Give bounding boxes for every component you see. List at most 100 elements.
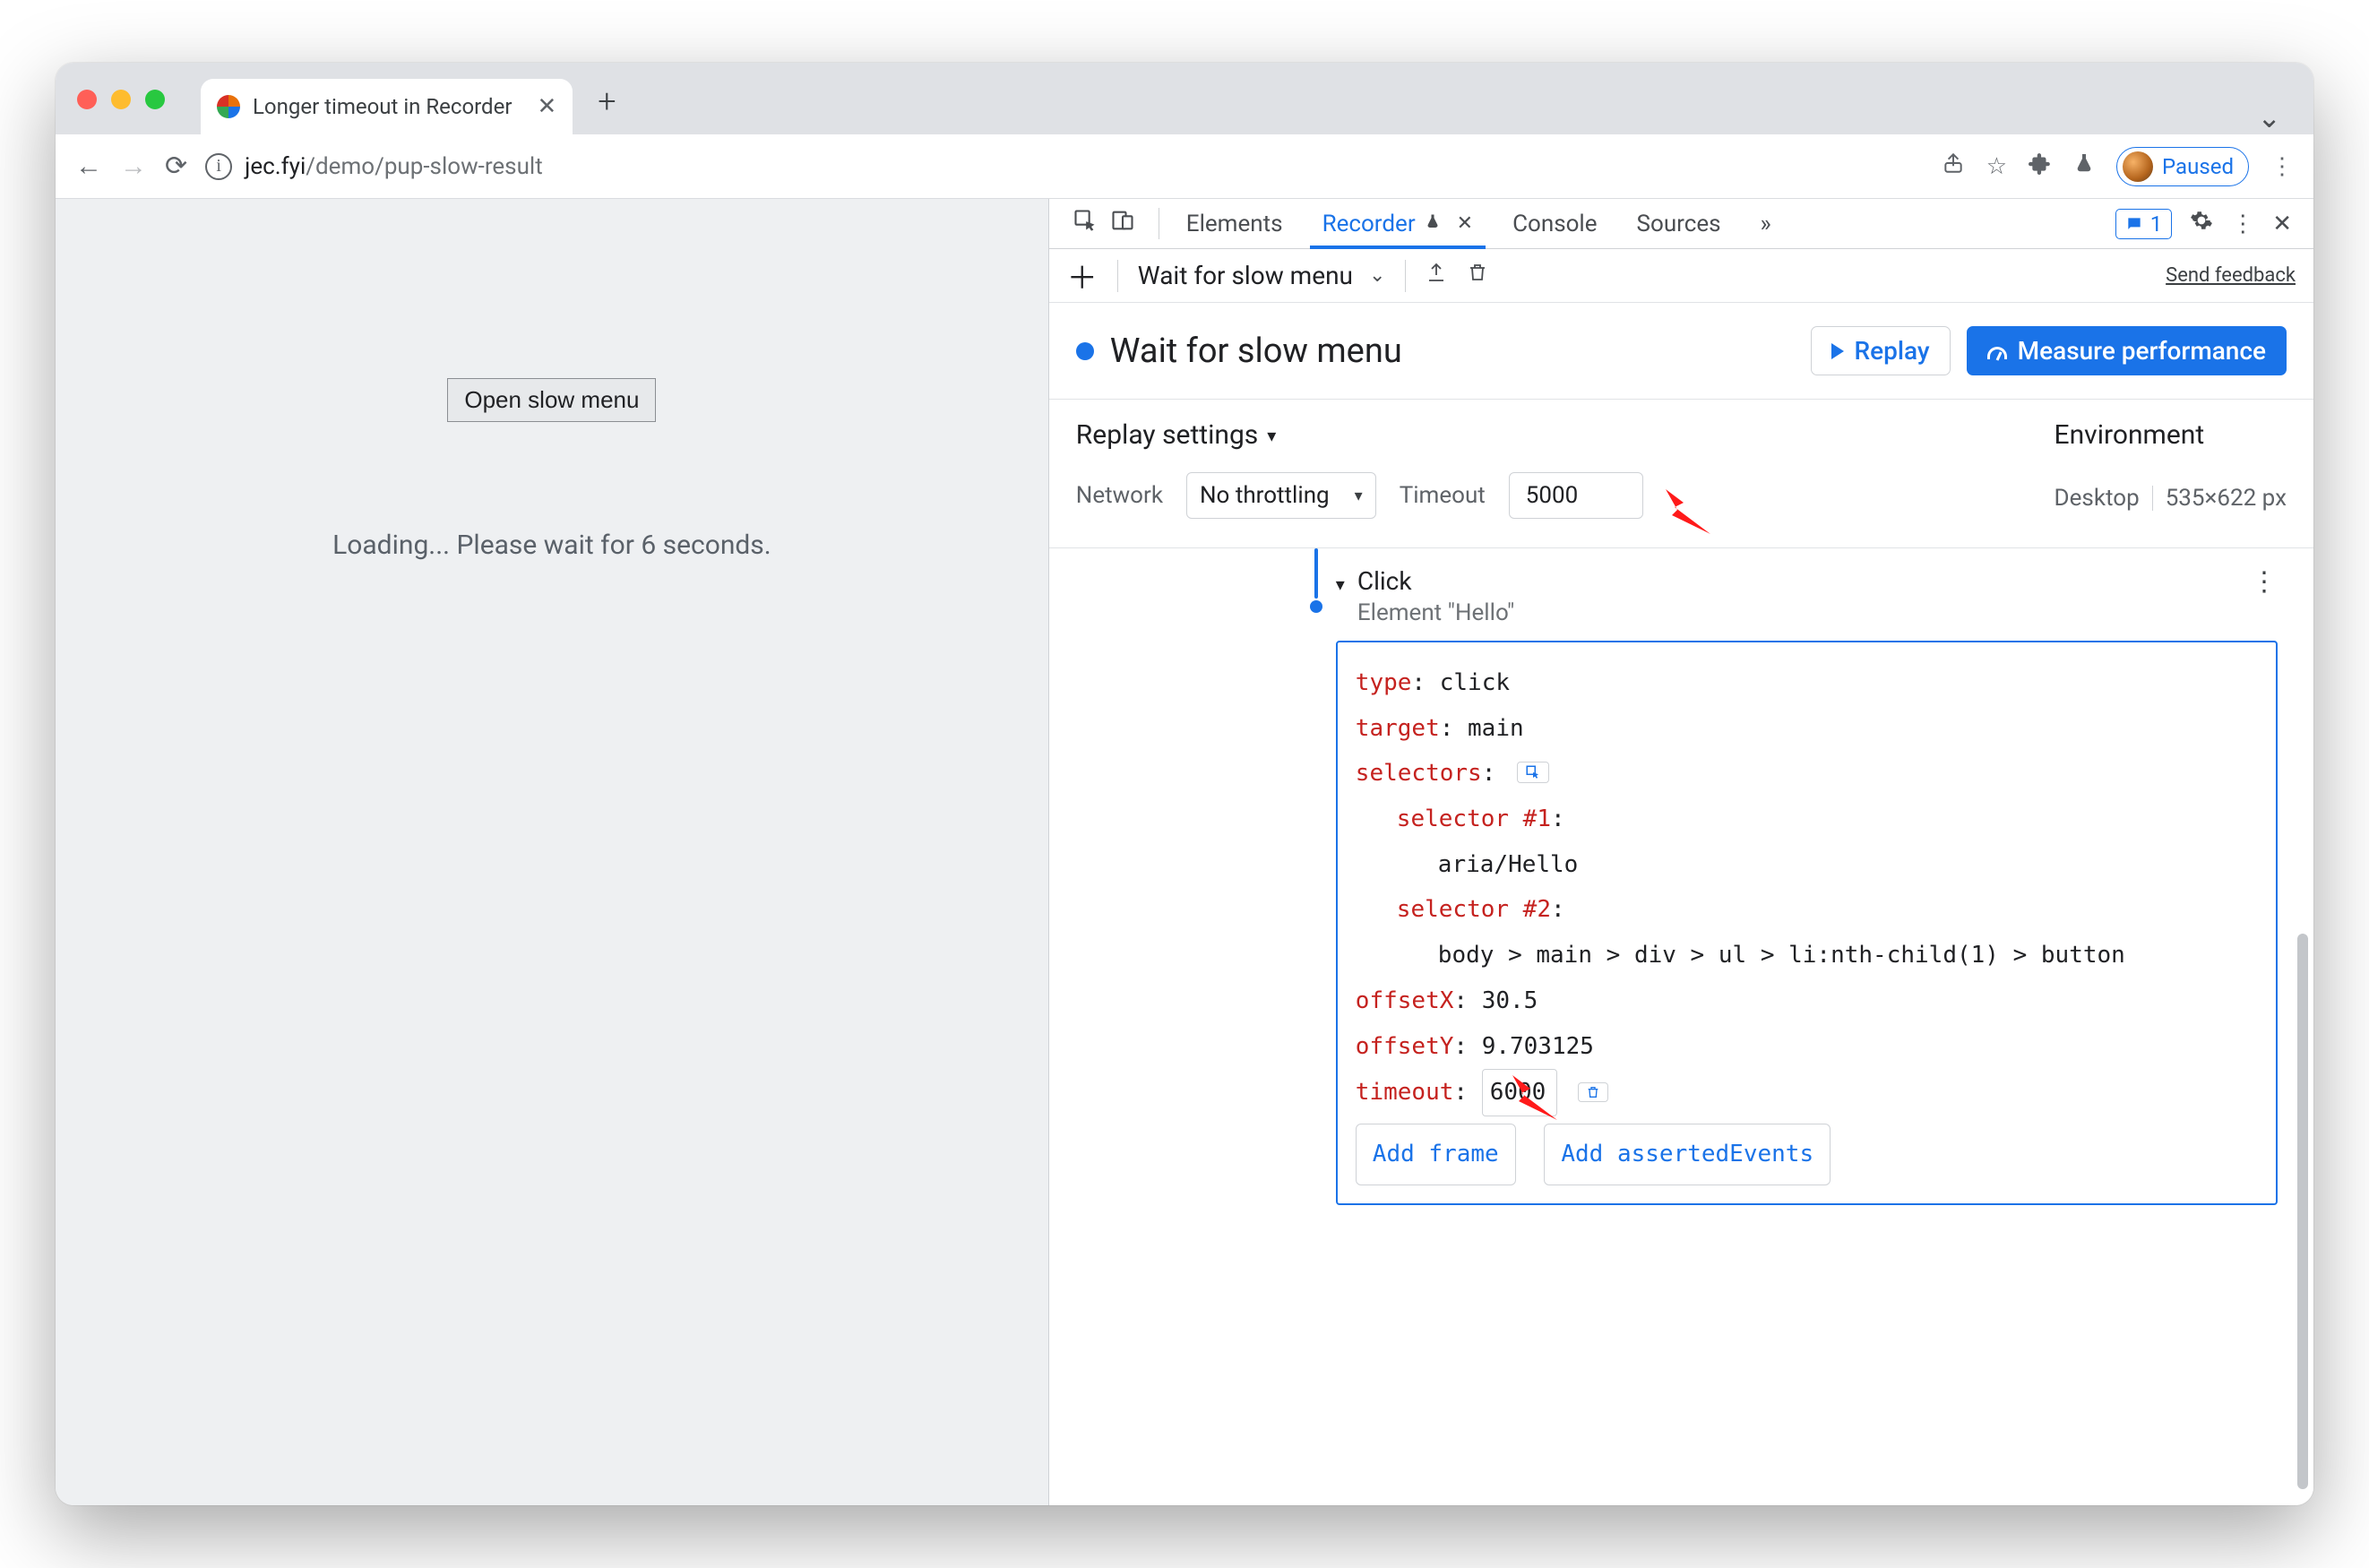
step-click: ▾ Click Element "Hello" ⋮ type: click ta… xyxy=(1336,566,2278,1205)
content-area: Open slow menu Loading... Please wait fo… xyxy=(56,199,2313,1505)
replay-settings-toggle[interactable]: Replay settings ▾ xyxy=(1076,419,1720,451)
experiments-flask-icon[interactable] xyxy=(2073,152,2095,180)
recorder-toolbar: ＋ Wait for slow menu ⌄ Send feedback xyxy=(1049,249,2313,303)
open-slow-menu-button[interactable]: Open slow menu xyxy=(447,378,656,422)
network-throttling-select[interactable]: No throttling ▾ xyxy=(1186,472,1376,519)
prop-timeout-label: timeout xyxy=(1356,1079,1454,1106)
steps-area: ▾ Click Element "Hello" ⋮ type: click ta… xyxy=(1049,548,2313,1505)
recording-title: Wait for slow menu xyxy=(1110,332,1402,371)
prop-offsety-value: 9.703125 xyxy=(1482,1033,1594,1060)
profile-chip[interactable]: Paused xyxy=(2116,147,2249,186)
speedometer-icon xyxy=(1987,347,2007,359)
url-host: jec.fyi xyxy=(245,153,306,180)
timeout-label: Timeout xyxy=(1400,482,1486,509)
maximize-window-button[interactable] xyxy=(145,90,165,109)
prop-target-label: target xyxy=(1356,715,1440,742)
toolbar-right: ☆ Paused ⋮ xyxy=(1942,147,2294,186)
settings-gear-icon[interactable] xyxy=(2190,209,2213,238)
close-tab-recorder-button[interactable]: ✕ xyxy=(1457,212,1473,235)
browser-window: Longer timeout in Recorder ✕ + ⌄ ← → ⟳ i… xyxy=(56,63,2313,1505)
close-window-button[interactable] xyxy=(77,90,97,109)
prop-type-value: click xyxy=(1440,669,1510,696)
address-bar[interactable]: i jec.fyi/demo/pup-slow-result xyxy=(205,153,1924,180)
tab-title: Longer timeout in Recorder xyxy=(253,94,512,119)
step-details: type: click target: main selectors: sele… xyxy=(1336,641,2278,1205)
tab-elements[interactable]: Elements xyxy=(1168,199,1301,248)
devtools-menu-button[interactable]: ⋮ xyxy=(2231,211,2254,237)
delete-recording-icon[interactable] xyxy=(1467,262,1488,289)
caret-down-icon: ▾ xyxy=(1267,425,1276,446)
devtools-close-button[interactable]: ✕ xyxy=(2272,211,2292,237)
window-chevron-icon[interactable]: ⌄ xyxy=(2252,100,2287,134)
new-tab-button[interactable]: + xyxy=(581,82,628,134)
replay-button[interactable]: Replay xyxy=(1811,326,1951,375)
tab-sources[interactable]: Sources xyxy=(1619,199,1739,248)
timeout-input[interactable]: 5000 xyxy=(1509,472,1643,519)
delete-timeout-button[interactable] xyxy=(1578,1082,1608,1102)
issues-badge[interactable]: 1 xyxy=(2115,209,2173,239)
tab-recorder[interactable]: Recorder ✕ xyxy=(1305,199,1492,248)
tabs-overflow-button[interactable]: » xyxy=(1743,199,1789,248)
caret-down-icon: ▾ xyxy=(1336,573,1345,595)
prop-offsetx-value: 30.5 xyxy=(1482,987,1538,1014)
share-icon[interactable] xyxy=(1942,151,1965,181)
add-asserted-events-button[interactable]: Add assertedEvents xyxy=(1544,1124,1831,1185)
step-timeout-input[interactable]: 6000 xyxy=(1482,1069,1557,1116)
tab-console[interactable]: Console xyxy=(1495,199,1615,248)
timeline-dot-icon xyxy=(1310,600,1322,613)
reload-button[interactable]: ⟳ xyxy=(165,151,187,182)
extensions-icon[interactable] xyxy=(2029,151,2052,181)
selector-1-value: aria/Hello xyxy=(1356,842,2258,888)
selector-2-value: body > main > div > ul > li:nth-child(1)… xyxy=(1356,933,2258,978)
chevron-down-icon: ⌄ xyxy=(1369,264,1385,287)
browser-tab[interactable]: Longer timeout in Recorder ✕ xyxy=(201,79,573,134)
devtools-panel: Elements Recorder ✕ Console Sources » 1 xyxy=(1049,199,2313,1505)
browser-menu-button[interactable]: ⋮ xyxy=(2270,153,2294,180)
window-controls xyxy=(77,90,192,134)
bookmark-star-icon[interactable]: ☆ xyxy=(1986,153,2007,180)
step-title: Click xyxy=(1357,566,1515,596)
prop-offsety-label: offsetY xyxy=(1356,1033,1454,1060)
experiment-flask-icon xyxy=(1425,212,1441,235)
measure-performance-button[interactable]: Measure performance xyxy=(1967,326,2287,375)
recording-selector[interactable]: Wait for slow menu ⌄ xyxy=(1138,261,1386,290)
environment-size: 535×622 px xyxy=(2166,485,2287,512)
prop-selectors-label: selectors xyxy=(1356,760,1482,787)
current-recording-name: Wait for slow menu xyxy=(1138,261,1353,290)
toolbar: ← → ⟳ i jec.fyi/demo/pup-slow-result ☆ P… xyxy=(56,134,2313,199)
step-menu-button[interactable]: ⋮ xyxy=(2251,566,2278,598)
step-header[interactable]: ▾ Click Element "Hello" ⋮ xyxy=(1336,566,2278,626)
profile-state: Paused xyxy=(2162,154,2234,179)
issues-count: 1 xyxy=(2150,211,2163,237)
environment-title: Environment xyxy=(2055,419,2287,451)
annotation-arrow-icon xyxy=(1661,485,1715,538)
tab-strip: Longer timeout in Recorder ✕ + ⌄ xyxy=(56,63,2313,134)
recording-status-dot-icon xyxy=(1076,342,1094,360)
loading-text: Loading... Please wait for 6 seconds. xyxy=(332,530,771,561)
close-tab-button[interactable]: ✕ xyxy=(524,93,556,120)
inspect-element-icon[interactable] xyxy=(1073,208,1098,239)
recorder-header: Wait for slow menu Replay Measure perfor… xyxy=(1049,303,2313,400)
play-icon xyxy=(1831,343,1844,359)
prop-type-label: type xyxy=(1356,669,1412,696)
minimize-window-button[interactable] xyxy=(111,90,131,109)
export-icon[interactable] xyxy=(1426,262,1447,289)
device-toolbar-icon[interactable] xyxy=(1110,208,1135,239)
forward-button[interactable]: → xyxy=(120,151,147,182)
favicon-icon xyxy=(217,95,240,118)
new-recording-button[interactable]: ＋ xyxy=(1067,254,1098,297)
site-info-icon[interactable]: i xyxy=(205,153,232,180)
devtools-tabbar: Elements Recorder ✕ Console Sources » 1 xyxy=(1049,199,2313,249)
back-button[interactable]: ← xyxy=(75,151,102,182)
scrollbar[interactable] xyxy=(2297,934,2308,1489)
rendered-page: Open slow menu Loading... Please wait fo… xyxy=(56,199,1049,1505)
caret-down-icon: ▾ xyxy=(1355,487,1363,505)
selector-2-label: selector #2 xyxy=(1397,896,1551,923)
timeline-line xyxy=(1314,548,1318,599)
network-throttling-value: No throttling xyxy=(1200,482,1330,509)
selector-picker-button[interactable] xyxy=(1517,762,1549,783)
add-frame-button[interactable]: Add frame xyxy=(1356,1124,1516,1185)
send-feedback-link[interactable]: Send feedback xyxy=(2166,264,2296,287)
network-label: Network xyxy=(1076,482,1163,509)
prop-offsetx-label: offsetX xyxy=(1356,987,1454,1014)
